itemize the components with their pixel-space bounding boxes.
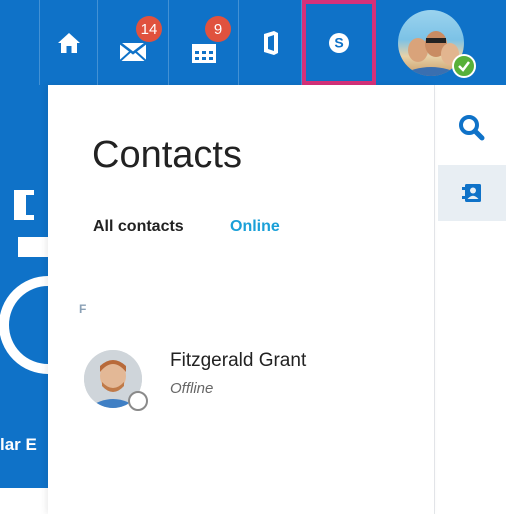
contacts-book-icon — [462, 184, 481, 202]
background-app-strip — [0, 85, 97, 488]
home-icon — [57, 32, 80, 53]
tab-online[interactable]: Online — [230, 218, 280, 236]
contact-list-item[interactable]: Fitzgerald Grant Offline — [81, 343, 411, 413]
presence-online-indicator — [452, 54, 476, 78]
group-header: F — [79, 302, 87, 316]
skype-icon: S — [328, 32, 349, 53]
contacts-nav-button[interactable] — [438, 165, 506, 221]
search-icon — [459, 115, 485, 141]
mail-unread-badge: 14 — [136, 16, 162, 42]
contact-status: Offline — [170, 380, 214, 397]
calendar-icon — [191, 43, 216, 63]
calendar-badge: 9 — [205, 16, 231, 42]
mail-icon — [120, 41, 146, 61]
mail-button[interactable]: 14 — [98, 0, 169, 85]
svg-text:S: S — [334, 34, 343, 50]
skype-button[interactable]: S — [302, 0, 376, 85]
office-button[interactable] — [239, 0, 302, 85]
background-app-text: lar E — [0, 435, 37, 454]
check-icon — [458, 61, 470, 72]
panel-title: Contacts — [92, 134, 242, 176]
tab-all-contacts[interactable]: All contacts — [93, 218, 184, 236]
home-button[interactable] — [39, 0, 98, 85]
background-app-graphic — [0, 190, 97, 374]
right-nav-strip — [434, 85, 506, 514]
calendar-button[interactable]: 9 — [169, 0, 239, 85]
presence-offline-indicator — [128, 391, 148, 411]
contact-name: Fitzgerald Grant — [170, 350, 307, 371]
search-nav-button[interactable] — [446, 108, 496, 148]
contacts-panel: Contacts All contacts Online F Fitzgeral… — [48, 85, 434, 514]
office-icon — [264, 30, 278, 55]
top-bar: 14 9 S — [0, 0, 506, 85]
